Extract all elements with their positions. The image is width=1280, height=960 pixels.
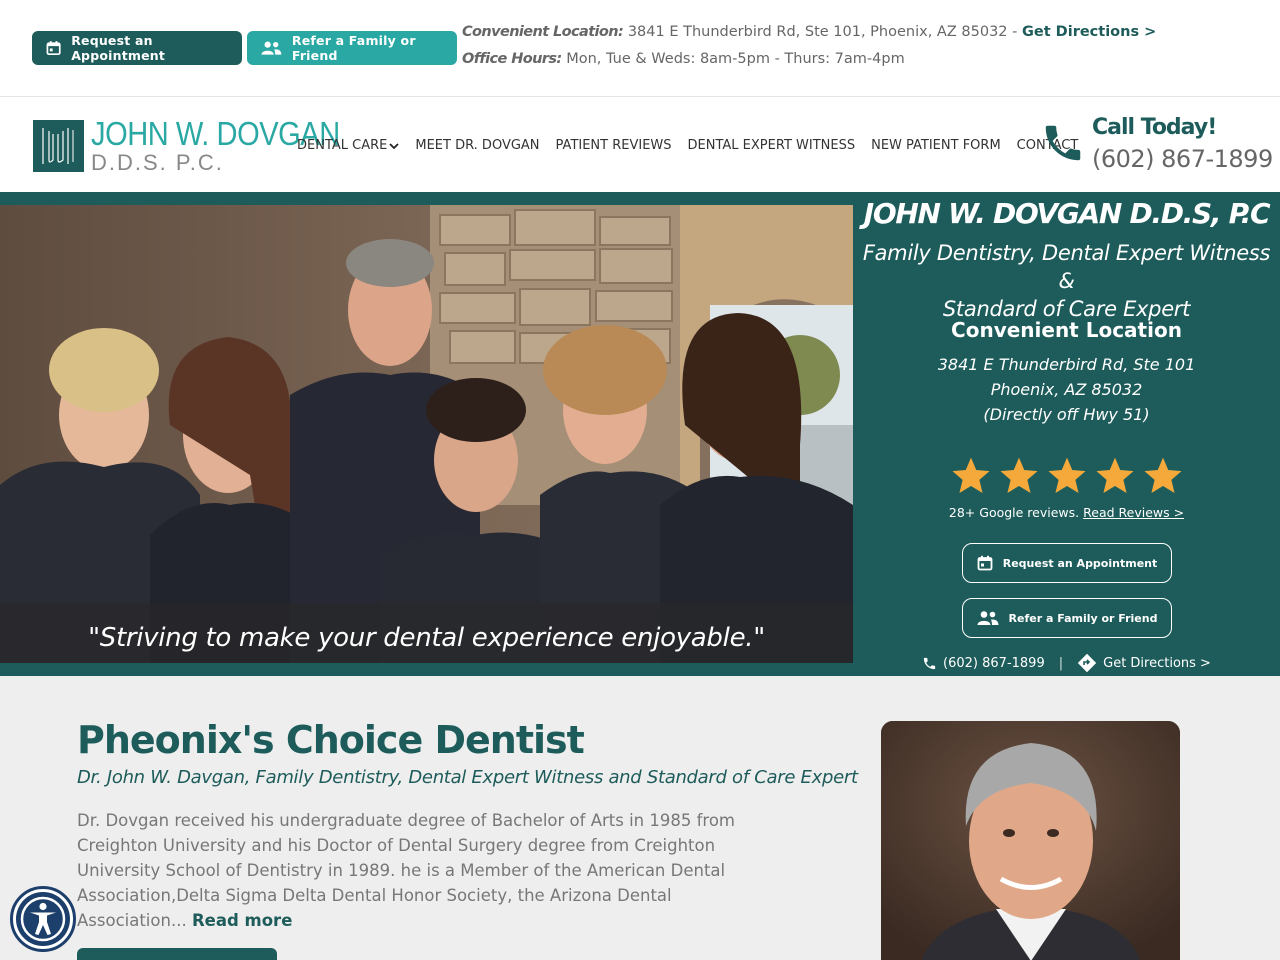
nav-item-patient-reviews[interactable]: PATIENT REVIEWS	[556, 138, 672, 153]
reviews-count-text: 28+ Google reviews.	[948, 505, 1084, 520]
star-icon	[1000, 457, 1038, 493]
address-line-1: 3841 E Thunderbird Rd, Ste 101	[937, 355, 1196, 374]
star-icon	[952, 457, 990, 493]
read-reviews-link[interactable]: Read Reviews >	[1083, 505, 1184, 520]
logo-subtitle: D.D.S. P.C.	[91, 150, 224, 175]
nav-item-dental-expert-witness[interactable]: DENTAL EXPERT WITNESS	[688, 138, 856, 153]
location-label: Convenient Location:	[462, 24, 624, 40]
practice-tagline: Family Dentistry, Dental Expert Witness …	[853, 239, 1280, 323]
request-appointment-label: Request an Appointment	[71, 33, 166, 63]
panel-refer-label: Refer a Family or Friend	[1008, 611, 1158, 625]
read-more-link[interactable]: Read more	[192, 911, 292, 930]
body-text: Dr. Dovgan received his undergraduate de…	[77, 811, 736, 930]
hero-info-panel: JOHN W. DOVGAN D.D.S, P.C Family Dentist…	[853, 192, 1280, 676]
directions-icon	[1077, 653, 1097, 673]
practice-name: JOHN W. DOVGAN D.D.S, P.C	[863, 197, 1271, 230]
nav-label: DENTAL CARE	[297, 138, 388, 153]
nav-item-dental-care[interactable]: DENTAL CARE	[297, 138, 400, 153]
section-subtitle: Dr. John W. Davgan, Family Dentistry, De…	[77, 767, 858, 788]
about-section: Pheonix's Choice Dentist Dr. John W. Dav…	[0, 676, 1280, 960]
nav-item-meet-dr-dovgan[interactable]: MEET DR. DOVGAN	[415, 138, 539, 153]
star-rating	[950, 455, 1190, 497]
hours-value: Mon, Tue & Weds: 8am-5pm - Thurs: 7am-4p…	[561, 51, 905, 67]
panel-appointment-label: Request an Appointment	[1002, 556, 1158, 570]
google-reviews: 28+ Google reviews. Read Reviews >	[853, 505, 1280, 520]
hero-quote: "Striving to make your dental experience…	[88, 623, 765, 653]
practice-address: 3841 E Thunderbird Rd, Ste 101 Phoenix, …	[853, 352, 1280, 427]
location-title: Convenient Location	[951, 318, 1182, 342]
panel-request-appointment-button[interactable]: Request an Appointment	[962, 543, 1172, 583]
chevron-down-icon	[389, 142, 400, 149]
people-icon	[977, 611, 999, 625]
star-icon	[1048, 457, 1086, 493]
divider: |	[1058, 655, 1064, 671]
doctor-portrait-image	[881, 721, 1180, 960]
get-directions-link[interactable]: Get Directions >	[1022, 24, 1156, 40]
refer-friend-button[interactable]: Refer a Family or Friend	[247, 31, 457, 65]
tagline-line-1: Family Dentistry, Dental Expert Witness …	[862, 241, 1271, 293]
header-phone-number[interactable]: (602) 867-1899	[1092, 145, 1273, 173]
people-icon	[261, 41, 282, 55]
section-title: Pheonix's Choice Dentist	[77, 718, 585, 762]
office-hours-info: Office Hours: Mon, Tue & Weds: 8am-5pm -…	[462, 51, 905, 67]
address-line-3: (Directly off Hwy 51)	[983, 405, 1150, 424]
location-info: Convenient Location: 3841 E Thunderbird …	[462, 24, 1156, 40]
team-photo-image	[0, 205, 853, 663]
call-today-title: Call Today!	[1092, 115, 1217, 140]
doctor-portrait	[881, 721, 1180, 960]
top-bar: Request an Appointment Refer a Family or…	[0, 0, 1280, 96]
location-value: 3841 E Thunderbird Rd, Ste 101, Phoenix,…	[623, 24, 1022, 40]
phone-icon	[1045, 125, 1081, 161]
calendar-icon	[977, 555, 993, 571]
refer-friend-label: Refer a Family or Friend	[291, 33, 416, 63]
nav-item-new-patient-form[interactable]: NEW PATIENT FORM	[871, 138, 1001, 153]
section-heading-peek	[318, 952, 388, 960]
main-nav: DENTAL CARE MEET DR. DOVGAN PATIENT REVI…	[297, 138, 1094, 153]
star-icon	[1144, 457, 1182, 493]
hours-label: Office Hours:	[462, 51, 562, 67]
accessibility-icon	[16, 892, 70, 946]
accessibility-button[interactable]	[10, 886, 76, 952]
panel-refer-friend-button[interactable]: Refer a Family or Friend	[962, 598, 1172, 638]
star-icon	[1096, 457, 1134, 493]
logo-mark[interactable]	[33, 120, 84, 172]
panel-contact-row: (602) 867-1899 | Get Directions >	[853, 653, 1280, 673]
site-header: JOHN W. DOVGAN D.D.S. P.C. DENTAL CARE M…	[0, 96, 1280, 192]
team-photo: "Striving to make your dental experience…	[0, 205, 853, 663]
phone-icon	[923, 657, 936, 669]
panel-get-directions-link[interactable]: Get Directions >	[1103, 656, 1211, 671]
address-line-2: Phoenix, AZ 85032	[990, 380, 1143, 399]
calendar-icon	[46, 41, 61, 56]
section-body: Dr. Dovgan received his undergraduate de…	[77, 808, 767, 933]
section-cta-button[interactable]	[77, 948, 277, 960]
logo-monogram-icon	[42, 128, 74, 164]
hero-section: "Striving to make your dental experience…	[0, 192, 1280, 676]
panel-phone-link[interactable]: (602) 867-1899	[943, 656, 1045, 671]
request-appointment-button[interactable]: Request an Appointment	[32, 31, 242, 65]
